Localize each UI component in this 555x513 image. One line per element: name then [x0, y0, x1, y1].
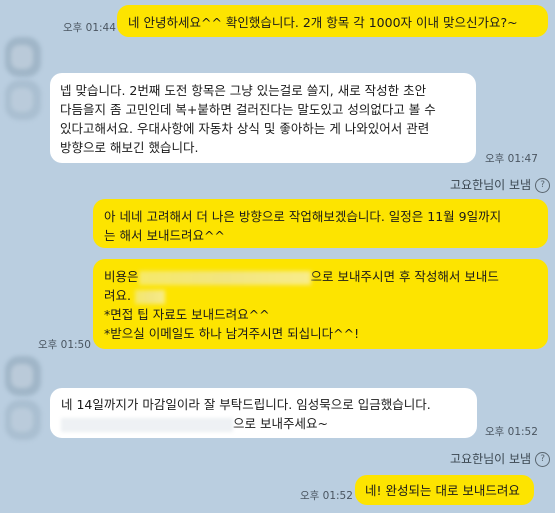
message-line: 으로 보내주세요~: [61, 414, 466, 433]
message-line: 는 해서 보내드려요^^: [104, 228, 225, 243]
message-time: 오후 01:50: [38, 339, 91, 351]
avatar[interactable]: [5, 37, 41, 77]
their-message-bubble[interactable]: 넵 맞습니다. 2번째 도전 항목은 그냥 있는걸로 쓸지, 새로 작성한 초안…: [50, 73, 476, 163]
sent-by-note: 고요한님이 보냄?: [450, 176, 551, 193]
message-line: 려요.: [104, 286, 537, 305]
message-time: 오후 01:47: [485, 153, 538, 165]
their-message-bubble[interactable]: 네 14일까지가 마감일이라 잘 부탁드립니다. 임성묵으로 입금했습니다. 으…: [50, 388, 477, 438]
message-line: 네 14일까지가 마감일이라 잘 부탁드립니다. 임성묵으로 입금했습니다.: [61, 397, 431, 412]
message-text: 으로 보내주세요~: [233, 416, 328, 431]
message-line: *면접 팁 자료도 보내드려요^^: [104, 307, 270, 322]
message-text: 비용은: [104, 269, 139, 284]
message-line: 다듬을지 좀 고민인데 복+붙하면 걸러진다는 말도있고 성의없다고 볼 수: [60, 102, 436, 117]
message-line: *받으실 이메일도 하나 남겨주시면 되십니다^^!: [104, 326, 360, 341]
message-line: 비용은 으로 보내주시면 후 작성해서 보내드: [104, 267, 537, 286]
avatar-shadow: [5, 400, 41, 440]
redacted-amount: [138, 270, 311, 285]
sent-by-text: 고요한님이 보냄: [450, 178, 532, 192]
redacted-account: [61, 417, 233, 432]
message-line: 방향으로 해보긴 했습니다.: [60, 140, 199, 155]
message-time: 오후 01:52: [485, 426, 538, 438]
question-circle-icon[interactable]: ?: [535, 452, 551, 467]
message-text: 네 안녕하세요^^ 확인했습니다. 2개 항목 각 1000자 이내 맞으신가요…: [128, 15, 518, 30]
message-line: 있다고해서요. 우대사항에 자동차 상식 및 좋아하는 게 나와있어서 관련: [60, 121, 430, 136]
my-message-bubble[interactable]: 네! 완성되는 대로 보내드려요: [355, 475, 534, 505]
my-message-bubble[interactable]: 아 네네 고려해서 더 나은 방향으로 작업해보겠습니다. 일정은 11월 9일…: [93, 199, 548, 248]
avatar[interactable]: [5, 356, 41, 396]
avatar-shadow: [5, 80, 41, 120]
message-line: 넵 맞습니다. 2번째 도전 항목은 그냥 있는걸로 쓸지, 새로 작성한 초안: [60, 83, 427, 98]
message-time: 오후 01:44: [63, 22, 116, 34]
message-text: 네! 완성되는 대로 보내드려요: [365, 483, 520, 498]
sent-by-note: 고요한님이 보냄?: [450, 450, 551, 467]
redacted-text: [134, 289, 165, 304]
question-circle-icon[interactable]: ?: [535, 178, 551, 193]
message-line: 아 네네 고려해서 더 나은 방향으로 작업해보겠습니다. 일정은 11월 9일…: [104, 209, 502, 224]
message-text: 으로 보내주시면 후 작성해서 보내드: [310, 269, 499, 284]
my-message-bubble[interactable]: 네 안녕하세요^^ 확인했습니다. 2개 항목 각 1000자 이내 맞으신가요…: [117, 5, 548, 37]
my-message-bubble[interactable]: 비용은 으로 보내주시면 후 작성해서 보내드 려요. *면접 팁 자료도 보내드…: [93, 259, 548, 349]
message-time: 오후 01:52: [300, 490, 353, 502]
message-text: 려요.: [104, 288, 131, 303]
sent-by-text: 고요한님이 보냄: [450, 452, 532, 466]
